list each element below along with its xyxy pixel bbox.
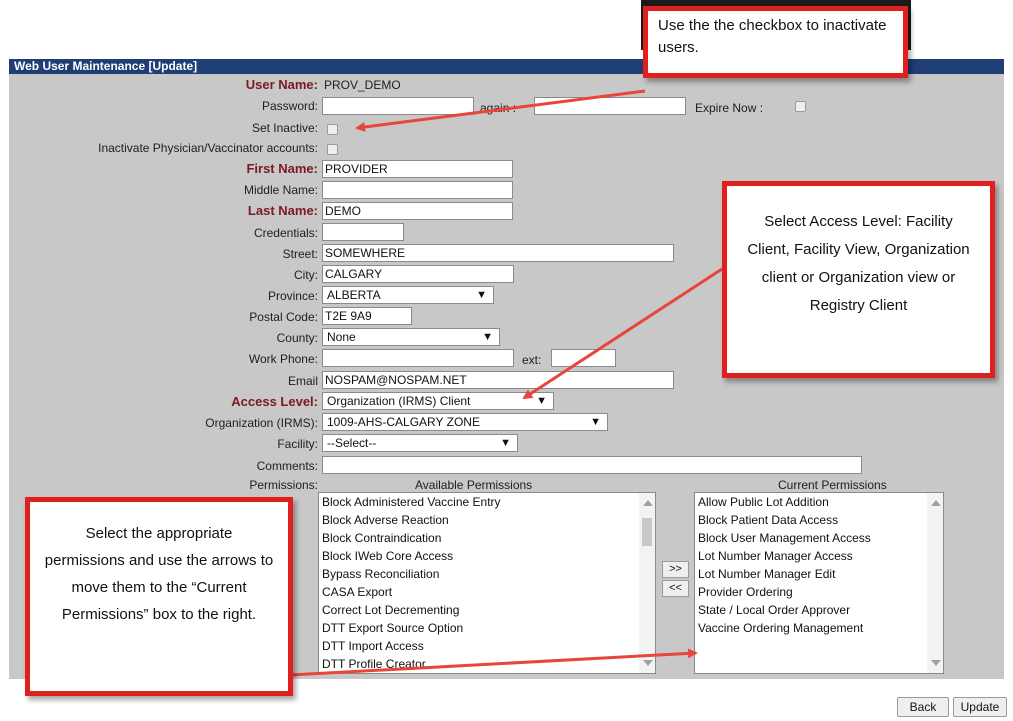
access-level-callout: Select Access Level: Facility Client, Fa…	[722, 181, 995, 378]
annotation-arrow-icon	[355, 89, 646, 132]
checkbox-callout: Use the the checkbox to inactivate users…	[643, 6, 908, 78]
annotation-arrow-icon	[522, 267, 723, 400]
permissions-callout: Select the appropriate permissions and u…	[25, 497, 293, 696]
annotation-arrow-icon	[289, 648, 698, 677]
